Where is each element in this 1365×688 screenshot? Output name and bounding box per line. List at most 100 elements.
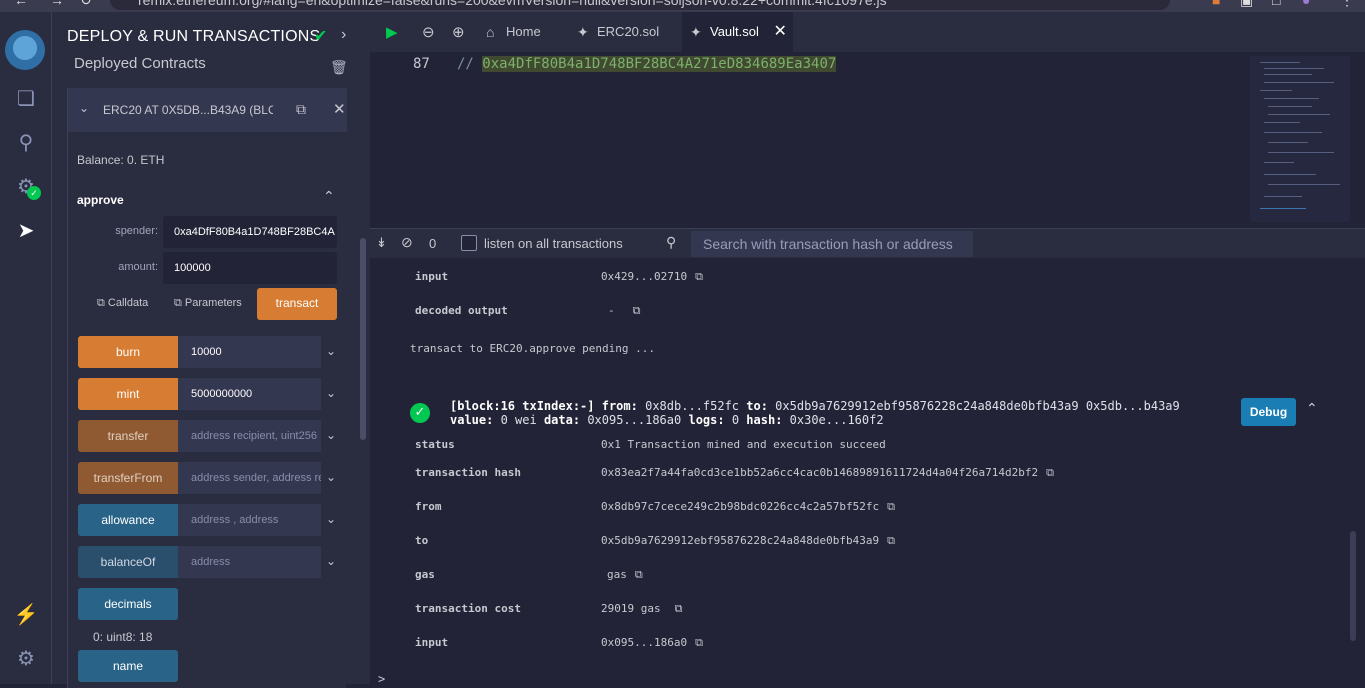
balanceof-button[interactable]: balanceOf — [78, 546, 178, 578]
chevron-down-icon[interactable]: ⌄ — [79, 101, 89, 115]
tab-erc20[interactable]: ✦ ERC20.sol — [569, 12, 671, 52]
hash-label: hash: — [746, 413, 783, 427]
amount-input[interactable]: 100000 — [163, 252, 337, 284]
file-explorer-icon[interactable]: ❏ — [13, 86, 39, 112]
extension-icon[interactable]: ■ — [1212, 0, 1220, 8]
minimap[interactable] — [1250, 56, 1350, 222]
copy-icon[interactable]: ⧉ — [635, 568, 643, 581]
burn-input[interactable]: 10000 — [178, 336, 321, 368]
copy-icon[interactable]: ⧉ — [633, 304, 641, 317]
mint-button[interactable]: mint — [78, 378, 178, 410]
chevron-down-icon[interactable]: ⌄ — [326, 344, 336, 358]
chevron-down-icon[interactable]: ⌄ — [326, 428, 336, 442]
copy-icon[interactable]: ⧉ — [887, 534, 895, 547]
value-text: 0 wei — [500, 413, 537, 427]
transfer-button[interactable]: transfer — [78, 420, 178, 452]
transferfrom-input[interactable]: address sender, address re — [178, 462, 321, 494]
search-icon[interactable]: ⚲ — [13, 130, 39, 156]
code-editor[interactable]: 87 // 0xa4DfF80B4a1D748BF28BC4A271eD8346… — [370, 52, 1365, 222]
forward-icon[interactable]: → — [50, 0, 64, 8]
chevron-down-icon[interactable]: ⌄ — [326, 512, 336, 526]
calldata-button[interactable]: ⧉ Calldata — [97, 297, 148, 310]
terminal-search-input[interactable] — [691, 231, 973, 257]
close-icon[interactable]: ✕ — [774, 12, 787, 52]
detail-value: 0x8db97c7cece249c2b98bdc0226cc4c2a57bf52… — [601, 500, 895, 514]
transferfrom-button[interactable]: transferFrom — [78, 462, 178, 494]
burn-button[interactable]: burn — [78, 336, 178, 368]
close-icon[interactable]: ✕ — [333, 100, 346, 118]
balanceof-input[interactable]: address — [178, 546, 321, 578]
detail-key: to — [415, 534, 429, 547]
spender-input[interactable]: 0xa4DfF80B4a1D748BF28BC4A — [163, 216, 337, 248]
name-button[interactable]: name — [78, 650, 178, 682]
compile-success-icon: ✓ — [27, 186, 41, 200]
main-area: ▶ ⊖ ⊕ ⌂ Home ✦ ERC20.sol ✦ Vault.sol ✕ 87 //… — [370, 12, 1365, 686]
detail-key: input — [415, 636, 449, 649]
detail-key: from — [415, 500, 442, 513]
window-icon[interactable]: □ — [1272, 0, 1280, 8]
allowance-input[interactable]: address , address — [178, 504, 321, 536]
trash-icon[interactable]: 🗑 — [330, 59, 348, 76]
tab-home[interactable]: ⌂ Home — [478, 12, 553, 52]
code-line: // 0xa4DfF80B4a1D748BF28BC4A271eD834689E… — [457, 56, 837, 72]
back-icon[interactable]: ← — [14, 0, 28, 8]
copy-icon[interactable]: ⧉ — [675, 602, 683, 615]
copy-icon[interactable]: ⧉ — [887, 500, 895, 513]
profile-icon[interactable]: ● — [1302, 0, 1310, 8]
transfer-input[interactable]: address recipient, uint256 — [178, 420, 321, 452]
data-text: 0x095...186a0 — [587, 413, 682, 427]
chevron-up-icon[interactable]: ⌃ — [1306, 401, 1318, 417]
tab-bar: ▶ ⊖ ⊕ ⌂ Home ✦ ERC20.sol ✦ Vault.sol ✕ — [370, 12, 1365, 52]
url-bar[interactable]: remix.ethereum.org/#lang=en&optimize=fal… — [110, 0, 1170, 10]
mint-input[interactable]: 5000000000 — [178, 378, 321, 410]
terminal-output: input 0x429...02710 ⧉ decoded output - ⧉ t… — [370, 259, 1365, 686]
copy-icon[interactable]: ⧉ — [296, 101, 306, 118]
chevron-up-icon[interactable]: ⌃ — [323, 188, 335, 205]
detail-key: transaction hash — [415, 466, 521, 479]
zoom-out-icon[interactable]: ⊖ — [422, 23, 435, 41]
chevron-down-icon[interactable]: ⌄ — [326, 470, 336, 484]
comment-prefix: // — [457, 56, 474, 72]
parameters-label: Parameters — [184, 297, 242, 309]
copy-icon[interactable]: ⧉ — [695, 636, 703, 649]
approve-label: approve — [77, 193, 124, 207]
settings-icon[interactable]: ⚙ — [13, 646, 39, 672]
decimals-result: 0: uint8: 18 — [93, 630, 153, 644]
allowance-button[interactable]: allowance — [78, 504, 178, 536]
menu-icon[interactable]: ⋮ — [1340, 0, 1354, 9]
detail-key: status — [415, 438, 455, 451]
tx-summary-line2[interactable]: value: 0 wei data: 0x095...186a0 logs: 0… — [450, 413, 884, 427]
double-chevron-down-icon[interactable]: ↡ — [376, 235, 387, 251]
plugin-manager-icon[interactable]: ⚡ — [13, 602, 39, 628]
solidity-compiler-icon[interactable]: ⚙ ✓ — [13, 174, 41, 200]
reload-icon[interactable]: ↻ — [80, 0, 92, 9]
side-panel-scroll-thumb[interactable] — [360, 238, 366, 440]
decimals-button[interactable]: decimals — [78, 588, 178, 620]
chevron-down-icon[interactable]: ⌄ — [326, 554, 336, 568]
tab-vault[interactable]: ✦ Vault.sol ✕ — [682, 12, 793, 52]
tx-block: [block:16 txIndex:-] — [450, 399, 595, 413]
play-icon[interactable]: ▶ — [386, 23, 398, 41]
value-text: gas — [607, 568, 627, 581]
zoom-in-icon[interactable]: ⊕ — [452, 23, 465, 41]
contract-balance: Balance: 0. ETH — [77, 153, 165, 167]
tab-label: Vault.sol — [710, 24, 759, 39]
clear-icon[interactable]: ⊘ — [401, 234, 413, 251]
terminal-scrollbar[interactable] — [1350, 531, 1356, 641]
tx-summary-line1[interactable]: [block:16 txIndex:-] from: 0x8db...f52fc… — [450, 399, 1180, 413]
copy-icon[interactable]: ⧉ — [1046, 466, 1054, 479]
comment-address: 0xa4DfF80B4a1D748BF28BC4A271eD834689Ea34… — [482, 56, 837, 72]
chevron-right-icon[interactable]: › — [341, 26, 346, 44]
debug-button[interactable]: Debug — [1241, 398, 1296, 426]
transact-button[interactable]: transact — [257, 288, 337, 320]
parameters-button[interactable]: ⧉ Parameters — [174, 297, 242, 310]
listen-checkbox[interactable] — [461, 235, 477, 251]
remix-logo-icon[interactable] — [5, 30, 45, 70]
deploy-run-icon[interactable]: ➤ — [13, 218, 39, 244]
puzzle-icon[interactable]: ▣ — [1240, 0, 1253, 9]
contract-header[interactable]: ⌄ ERC20 AT 0X5DB...B43A9 (BLOCK ⧉ ✕ — [68, 88, 347, 132]
to-label: to: — [746, 399, 768, 413]
copy-icon[interactable]: ⧉ — [695, 270, 703, 283]
chevron-down-icon[interactable]: ⌄ — [326, 386, 336, 400]
value-text: 29019 gas — [601, 602, 661, 615]
